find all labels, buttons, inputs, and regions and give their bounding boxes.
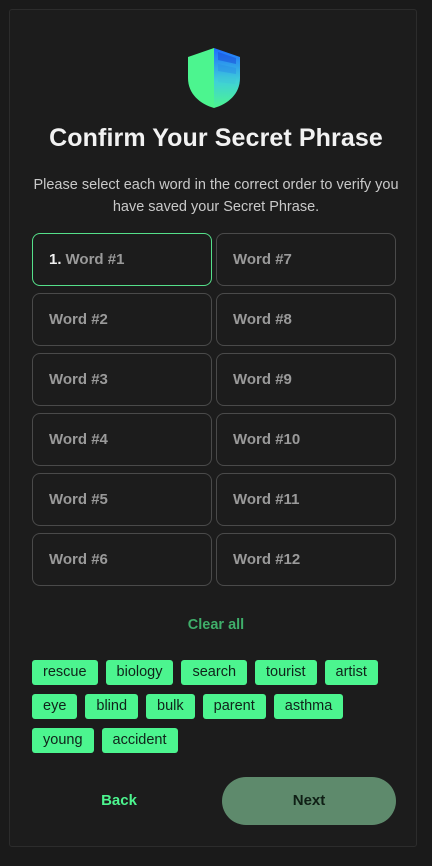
word-chip-young[interactable]: young — [32, 728, 94, 753]
word-slot-9[interactable]: Word #9 — [216, 353, 396, 406]
word-chip-search[interactable]: search — [181, 660, 248, 685]
shield-icon — [188, 48, 240, 108]
word-slot-5[interactable]: Word #5 — [32, 473, 212, 526]
word-slot-label: Word #6 — [49, 551, 108, 568]
word-slot-1[interactable]: 1. Word #1 — [32, 233, 212, 286]
word-slot-label: Word #3 — [49, 371, 108, 388]
word-slot-label: Word #1 — [65, 251, 125, 268]
word-slot-label: Word #9 — [233, 371, 292, 388]
clear-all-button[interactable]: Clear all — [0, 617, 432, 633]
word-chip-tourist[interactable]: tourist — [255, 660, 317, 685]
word-chip-bulk[interactable]: bulk — [146, 694, 195, 719]
word-slot-8[interactable]: Word #8 — [216, 293, 396, 346]
word-slot-label: Word #5 — [49, 491, 108, 508]
word-chip-asthma[interactable]: asthma — [273, 694, 344, 719]
next-button[interactable]: Next — [222, 777, 396, 825]
word-slot-label: Word #10 — [233, 431, 301, 448]
word-chip-eye[interactable]: eye — [32, 694, 78, 719]
word-slot-label: Word #7 — [233, 251, 292, 268]
word-slot-12[interactable]: Word #12 — [216, 533, 396, 586]
word-slot-label: Word #8 — [233, 311, 292, 328]
page-title: Confirm Your Secret Phrase — [49, 124, 383, 152]
word-chip-parent[interactable]: parent — [202, 694, 266, 719]
word-slot-label: Word #2 — [49, 311, 108, 328]
word-chip-accident[interactable]: accident — [101, 728, 178, 753]
word-chip-rescue[interactable]: rescue — [32, 660, 98, 685]
word-slot-label: Word #12 — [233, 551, 301, 568]
word-chip-artist[interactable]: artist — [324, 660, 378, 685]
word-slot-number: 1. — [49, 251, 62, 268]
word-slot-3[interactable]: Word #3 — [32, 353, 212, 406]
word-slot-6[interactable]: Word #6 — [32, 533, 212, 586]
word-slot-10[interactable]: Word #10 — [216, 413, 396, 466]
back-button[interactable]: Back — [52, 777, 186, 825]
word-chip-biology[interactable]: biology — [105, 660, 174, 685]
word-slot-label: Word #11 — [233, 491, 300, 508]
word-slot-7[interactable]: Word #7 — [216, 233, 396, 286]
word-bank: rescue biology search tourist artist eye… — [32, 660, 402, 753]
word-slot-label: Word #4 — [49, 431, 108, 448]
word-slot-grid: 1. Word #1 Word #2 Word #3 Word #4 Word … — [32, 233, 396, 586]
word-slot-4[interactable]: Word #4 — [32, 413, 212, 466]
word-slot-11[interactable]: Word #11 — [216, 473, 396, 526]
word-chip-blind[interactable]: blind — [85, 694, 139, 719]
word-slot-2[interactable]: Word #2 — [32, 293, 212, 346]
page-subtitle: Please select each word in the correct o… — [33, 177, 399, 215]
